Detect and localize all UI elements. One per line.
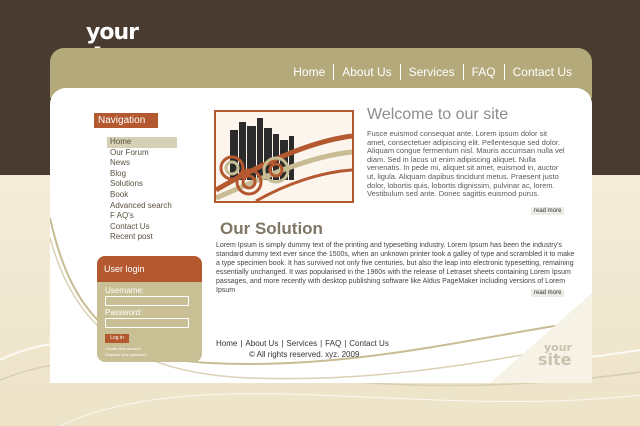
request-password-link[interactable]: Request new password xyxy=(105,352,147,357)
watermark-line-2: site xyxy=(538,350,572,369)
city-skyline-illustration xyxy=(216,118,352,201)
sidebar-item-our-forum[interactable]: Our Forum xyxy=(107,148,177,159)
sidebar-item-contact-us[interactable]: Contact Us xyxy=(107,222,177,233)
create-account-link[interactable]: Create new account xyxy=(105,346,141,351)
sidebar-item-home[interactable]: Home xyxy=(107,137,177,148)
password-input[interactable] xyxy=(105,318,189,328)
solution-text: Lorem Ipsum is simply dummy text of the … xyxy=(216,242,575,294)
footer-separator: | xyxy=(240,339,243,348)
footer-link-home[interactable]: Home xyxy=(216,339,237,348)
top-nav-home[interactable]: Home xyxy=(285,65,333,79)
footer-link-faq[interactable]: FAQ xyxy=(325,339,341,348)
top-nav-contact-us[interactable]: Contact Us xyxy=(505,65,580,79)
login-title: User login xyxy=(97,256,202,282)
footer-link-contact-us[interactable]: Contact Us xyxy=(349,339,389,348)
solution-read-more-link[interactable]: read more xyxy=(531,289,565,297)
watermark-logo: your site xyxy=(538,342,578,372)
login-button[interactable]: Log in xyxy=(105,334,129,343)
login-box: User login Username: Password: Log in Cr… xyxy=(97,256,202,362)
footer-link-services[interactable]: Services xyxy=(286,339,317,348)
sidebar-item-news[interactable]: News xyxy=(107,158,177,169)
top-nav-faq[interactable]: FAQ xyxy=(464,65,504,79)
sidebar-item-recent-post[interactable]: Recent post xyxy=(107,232,177,243)
welcome-read-more-link[interactable]: read more xyxy=(531,207,565,215)
sidebar-nav: Home Our Forum News Blog Solutions Book … xyxy=(107,137,177,243)
sidebar-item-faqs[interactable]: F AQ's xyxy=(107,211,177,222)
top-nav-services[interactable]: Services xyxy=(401,65,463,79)
username-input[interactable] xyxy=(105,296,189,306)
footer-separator: | xyxy=(281,339,284,348)
footer-link-about-us[interactable]: About Us xyxy=(245,339,278,348)
copyright-text: © All rights reserved. xyz. 2009 xyxy=(249,350,360,359)
content-panel: Navigation Home Our Forum News Blog Solu… xyxy=(50,88,592,383)
welcome-text: Fusce euismod consequat ante. Lorem ipsu… xyxy=(367,129,565,199)
sidebar-item-book[interactable]: Book xyxy=(107,190,177,201)
top-nav: Home About Us Services FAQ Contact Us xyxy=(285,64,580,80)
welcome-title: Welcome to our site xyxy=(367,106,509,123)
solution-title: Our Solution xyxy=(220,219,323,238)
sidebar-item-advanced-search[interactable]: Advanced search xyxy=(107,201,177,212)
footer-separator: | xyxy=(320,339,323,348)
hero-image xyxy=(214,110,354,203)
sidebar-item-solutions[interactable]: Solutions xyxy=(107,179,177,190)
username-label: Username: xyxy=(105,286,145,295)
top-nav-about-us[interactable]: About Us xyxy=(334,65,399,79)
password-label: Password: xyxy=(105,308,143,317)
navigation-heading: Navigation xyxy=(94,113,158,128)
footer-links: Home | About Us | Services | FAQ | Contact U… xyxy=(216,339,389,348)
footer-separator: | xyxy=(344,339,347,348)
sidebar-item-blog[interactable]: Blog xyxy=(107,169,177,180)
